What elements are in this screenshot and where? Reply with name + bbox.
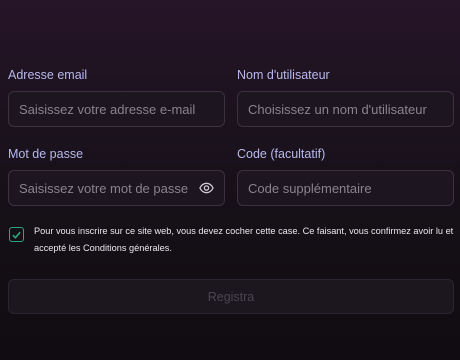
email-label: Adresse email: [8, 68, 88, 82]
email-field-group: Adresse email: [8, 67, 225, 127]
eye-icon[interactable]: [199, 182, 214, 194]
terms-text: Pour vous inscrire sur ce site web, vous…: [34, 226, 454, 253]
username-input[interactable]: [248, 101, 443, 117]
terms-checkbox[interactable]: [9, 227, 24, 242]
code-label: Code (facultatif): [237, 147, 326, 161]
code-input-box[interactable]: [237, 170, 454, 206]
form-row-1: Adresse email Nom d'utilisateur: [8, 67, 454, 127]
terms-consent: Pour vous inscrire sur ce site web, vous…: [8, 225, 454, 257]
username-label: Nom d'utilisateur: [237, 68, 330, 82]
register-button[interactable]: Registra: [8, 279, 454, 314]
code-input[interactable]: [248, 180, 443, 196]
username-field-group: Nom d'utilisateur: [237, 67, 454, 127]
password-field-group: Mot de passe: [8, 146, 225, 206]
email-input[interactable]: [19, 101, 214, 117]
code-field-group: Code (facultatif): [237, 146, 454, 206]
password-label: Mot de passe: [8, 147, 84, 161]
password-input-box[interactable]: [8, 170, 225, 206]
check-icon: [12, 231, 21, 239]
username-input-box[interactable]: [237, 91, 454, 127]
password-input[interactable]: [19, 180, 195, 196]
email-input-box[interactable]: [8, 91, 225, 127]
form-row-2: Mot de passe Code (facultatif): [8, 146, 454, 206]
registration-form: Adresse email Nom d'utilisateur Mot de p…: [8, 67, 454, 314]
